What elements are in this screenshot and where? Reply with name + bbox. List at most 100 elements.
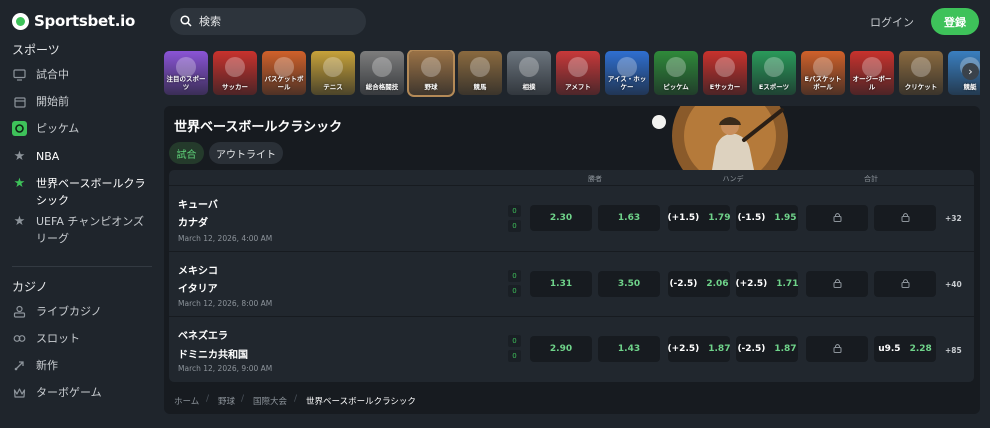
odds-handicap-home[interactable]: (+2.5) 1.87 [668,336,730,362]
sport-tile-label: 注目のスポーツ [166,75,206,91]
brand-logo[interactable]: Sportsbet.io [12,12,135,30]
more-markets-link[interactable]: +40 [945,280,962,289]
team-away[interactable]: カナダ [178,214,208,229]
star-icon: ★ [13,176,26,191]
more-markets-link[interactable]: +32 [945,214,962,223]
sport-tile-label: クリケット [904,83,938,91]
carousel-next-button[interactable]: › [962,63,979,80]
row-divider [169,251,974,252]
sport-tile-label: 総合格闘技 [365,83,399,91]
calendar-icon [12,94,27,109]
sports-section-title: スポーツ [12,43,60,57]
sidebar-item-pickem[interactable]: ピッケム [12,121,152,137]
sidebar-item-upcoming[interactable]: 開始前 [12,94,152,110]
lock-icon [833,278,842,291]
odds-win-home[interactable]: 1.31 [530,271,592,297]
sidebar-item-live[interactable]: 試合中 [12,67,152,83]
sidebar: Sportsbet.io スポーツ 試合中 開始前 ピッケム ★ NBA ★ 世… [0,0,156,428]
sport-tile[interactable]: サッカー [213,51,257,95]
odds-handicap-home[interactable]: (-2.5) 2.06 [668,271,730,297]
row-divider [169,316,974,317]
search-icon [180,12,192,31]
odds-win-home[interactable]: 2.90 [530,336,592,362]
sport-tile[interactable]: Eサッカー [703,51,747,95]
sport-tile[interactable]: 相撲 [507,51,551,95]
odds-win-home[interactable]: 2.30 [530,205,592,231]
sport-tile[interactable]: アメフト [556,51,600,95]
sport-tile[interactable]: オージーボール [850,51,894,95]
score-home: 0 [508,270,521,282]
sidebar-item-turbo-games[interactable]: ターボゲーム [12,385,152,401]
sidebar-item-new[interactable]: 新作 [12,358,152,374]
more-markets-link[interactable]: +85 [945,346,962,355]
odds-win-away[interactable]: 1.63 [598,205,660,231]
odds-win-away[interactable]: 3.50 [598,271,660,297]
tab-outrights[interactable]: アウトライト [209,142,283,164]
breadcrumb-baseball[interactable]: 野球 [218,395,235,407]
sport-tile-image [813,57,833,77]
odds-total-under-locked[interactable] [874,271,936,297]
search-input[interactable] [199,15,349,28]
sport-tile-image [666,57,686,77]
score-home: 0 [508,205,521,217]
sidebar-item-nba[interactable]: ★ NBA [12,149,152,165]
sport-tile[interactable]: テニス [311,51,355,95]
handicap-line: (-1.5) [737,213,766,223]
team-home[interactable]: メキシコ [178,262,218,277]
sidebar-item-label: ターボゲーム [36,386,102,399]
odds-value: 1.87 [708,344,731,354]
odds-handicap-home[interactable]: (+1.5) 1.79 [668,205,730,231]
odds-total-over-locked[interactable] [806,205,868,231]
sport-tile-label: 相撲 [522,83,536,91]
score-away: 0 [508,350,521,362]
sport-tile[interactable]: ピッケム [654,51,698,95]
search-box[interactable] [170,8,366,35]
sport-tile-label: Eスポーツ [758,83,790,91]
odds-total-under-locked[interactable] [874,205,936,231]
sport-tile[interactable]: バスケットボール [262,51,306,95]
sport-tile[interactable]: Eバスケットボール [801,51,845,95]
sport-tile-label: オージーボール [852,75,892,91]
lock-icon [833,343,842,356]
star-icon: ★ [13,149,26,164]
odds-handicap-away[interactable]: (-1.5) 1.95 [736,205,798,231]
sidebar-item-uefa-champions-league[interactable]: ★ UEFA チャンピオンズリーグ [12,214,152,247]
sport-tile[interactable]: 総合格闘技 [360,51,404,95]
login-link[interactable]: ログイン [870,14,914,30]
sidebar-item-slots[interactable]: スロット [12,331,152,347]
team-home[interactable]: キューバ [178,196,218,211]
odds-total-under[interactable]: u9.5 2.28 [874,336,936,362]
breadcrumb-home[interactable]: ホーム [174,395,199,407]
slots-icon [12,331,27,346]
odds-handicap-away[interactable]: (+2.5) 1.71 [736,271,798,297]
sport-tile-image [225,57,245,77]
sidebar-item-label: UEFA チャンピオンズリーグ [36,215,145,245]
sport-tile[interactable]: 野球 [407,50,455,97]
breadcrumb-international[interactable]: 国際大会 [253,395,287,407]
sport-tile[interactable]: クリケット [899,51,943,95]
sport-tile[interactable]: アイス・ホッケー [605,51,649,95]
sport-tile[interactable]: 競馬 [458,51,502,95]
odds-value: 2.28 [909,344,932,354]
sport-tile-label: 野球 [424,83,438,91]
odds-handicap-away[interactable]: (-2.5) 1.87 [736,336,798,362]
odds-total-over-locked[interactable] [806,336,868,362]
sidebar-item-live-casino[interactable]: ライブカジノ [12,304,152,320]
sidebar-item-world-baseball-classic[interactable]: ★ 世界ベースボールクラシック [12,176,152,209]
sport-tile-image [470,57,490,77]
sport-tile[interactable]: 注目のスポーツ [164,51,208,95]
team-away[interactable]: ドミニカ共和国 [178,346,248,361]
sidebar-item-label: 開始前 [36,95,69,108]
competition-title: 世界ベースボールクラシック [174,120,343,135]
sport-tile-image [323,57,343,77]
register-button[interactable]: 登録 [931,8,979,35]
monitor-icon [12,67,27,82]
sidebar-item-label: 試合中 [36,68,69,81]
team-away[interactable]: イタリア [178,280,218,295]
odds-total-over-locked[interactable] [806,271,868,297]
odds-win-away[interactable]: 1.43 [598,336,660,362]
tab-matches[interactable]: 試合 [169,142,204,164]
team-home[interactable]: ベネズエラ [178,327,228,342]
sport-tile-image [862,57,882,77]
sport-tile[interactable]: Eスポーツ [752,51,796,95]
